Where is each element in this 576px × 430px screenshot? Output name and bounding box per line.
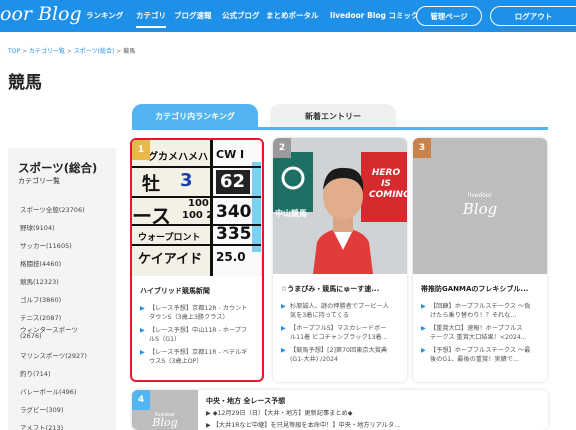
card-article-link[interactable]: ▶ 【レース予想】京都11R - ベテルギ ウスS（3歳上OP） xyxy=(140,348,262,366)
nav-blog-comic[interactable]: livedoor Blog コミック xyxy=(330,10,419,21)
item-blog-title[interactable]: 中央・地方 全レース予想 xyxy=(206,396,285,406)
card-article-link[interactable]: ▶ 【レース予想】中山11R - ホープフ ルS（G1） xyxy=(140,326,262,344)
sidebar-item[interactable]: 格闘技(4460) xyxy=(20,258,61,268)
sidebar-item[interactable]: テニス(2087) xyxy=(20,312,61,322)
sidebar-item[interactable]: サッカー(11605) xyxy=(20,240,72,250)
card-article-link[interactable]: ▶ 【競馬予想】[2]第70回東京大賞典 (G1-大井) /2024 xyxy=(281,346,403,364)
arrow-icon: ▶ xyxy=(421,303,426,310)
np-text: 3 xyxy=(180,170,193,191)
arrow-icon: ▶ xyxy=(281,303,286,310)
card-article-link[interactable]: ▶ 【ホープフルS】マスカレードボー ル11着 ビコチャンブラック13着... xyxy=(281,324,403,342)
np-text: 100 xyxy=(188,198,209,209)
logout-button[interactable]: ログアウト xyxy=(490,6,576,26)
category-sidebar: スポーツ(総合) カテゴリ一覧 スポーツ全般(23706) 野球(9104) サ… xyxy=(8,148,116,430)
sidebar-item[interactable]: バレーボール(496) xyxy=(20,386,76,396)
card-article-link[interactable]: ▶ 【重賞大口】速報！ホープフルス テークス 重賞大口結果！<2024... xyxy=(421,324,543,342)
jockey-photo xyxy=(273,138,407,274)
arrow-icon: ▶ xyxy=(140,327,145,334)
breadcrumb-separator: > xyxy=(116,48,122,55)
nav-official-blog[interactable]: 公式ブログ xyxy=(222,10,260,21)
arrow-icon: ▶ xyxy=(421,325,426,332)
np-text: 25.0 xyxy=(216,250,246,264)
card-thumbnail[interactable]: livedoor Blog xyxy=(413,138,547,274)
breadcrumb-separator: > xyxy=(66,48,72,55)
sidebar-item[interactable]: スポーツ全般(23706) xyxy=(20,204,85,214)
arrow-icon: ▶ xyxy=(281,347,286,354)
np-text: ウォープロント xyxy=(138,233,201,243)
np-text: 340 xyxy=(216,202,252,222)
banner-text: HERO IS COMING. xyxy=(369,168,407,200)
card-thumbnail[interactable]: 中山競馬 HERO IS COMING. xyxy=(273,138,407,274)
breadcrumb-top[interactable]: TOP xyxy=(8,48,20,55)
breadcrumb: TOP > カテゴリ一覧 > スポーツ(総合) > 競馬 xyxy=(8,46,135,55)
breadcrumb-current: 競馬 xyxy=(123,48,136,55)
sidebar-item-count[interactable]: (2676) xyxy=(20,332,42,340)
sidebar-title: スポーツ(総合) xyxy=(18,161,98,175)
ranking-card-1[interactable]: ハグカメハメハ CW I 牡 3 62 ース 100 100 2 340 ウォー… xyxy=(130,138,264,382)
ranking-card-3[interactable]: livedoor Blog 3 帯推防GANMAのフレキシブル... ▶ 【回顧… xyxy=(413,138,547,382)
np-text: 62 xyxy=(220,171,246,192)
np-text: CW I xyxy=(216,148,245,161)
page: oor Blog ランキング カテゴリ ブログ速報 公式ブログ まとめポータル … xyxy=(0,0,576,430)
rank-badge-1: 1 xyxy=(132,140,150,160)
breadcrumb-separator: > xyxy=(21,48,27,55)
rank-badge-2: 2 xyxy=(273,138,291,158)
card-thumbnail[interactable]: ハグカメハメハ CW I 牡 3 62 ース 100 100 2 340 ウォー… xyxy=(132,140,262,276)
sidebar-item[interactable]: 競馬(12323) xyxy=(20,276,59,286)
sidebar-item[interactable]: 釣り(714) xyxy=(20,368,50,378)
nav-ranking[interactable]: ランキング xyxy=(86,10,123,21)
breadcrumb-category-list[interactable]: カテゴリ一覧 xyxy=(29,48,65,55)
sidebar-item[interactable]: ラグビー(309) xyxy=(20,404,63,414)
arrow-icon: ▶ xyxy=(281,325,286,332)
card-blog-title[interactable]: 帯推防GANMAのフレキシブル... xyxy=(421,284,543,294)
rank-badge-4: 4 xyxy=(132,390,150,410)
breadcrumb-sports[interactable]: スポーツ(総合) xyxy=(74,48,115,55)
np-text: 100 2 xyxy=(182,210,214,221)
card-article-link[interactable]: ▶ 【予想】ホープフルステークス ～最 後のG1、最後の重賞！実績で... xyxy=(421,346,543,364)
admin-page-button[interactable]: 管理ページ xyxy=(416,6,482,26)
tab-category-ranking[interactable]: カテゴリ内ランキング xyxy=(132,104,258,128)
np-text: 牡 xyxy=(142,174,160,195)
page-title: 競馬 xyxy=(8,73,42,93)
sidebar-item[interactable]: マリンスポーツ(2927) xyxy=(20,350,87,360)
sidebar-item[interactable]: ゴルフ(3860) xyxy=(20,294,61,304)
rank-badge-3: 3 xyxy=(413,138,431,158)
card-article-link[interactable]: ▶ 【レース予想】京都12R - カウント ダウンS（3歳上3勝クラス） xyxy=(140,304,262,322)
newspaper-image: ハグカメハメハ CW I 牡 3 62 ース 100 100 2 340 ウォー… xyxy=(132,140,262,276)
blog-placeholder-image: livedoor Blog xyxy=(413,138,547,274)
tab-new-entries[interactable]: 新着エントリー xyxy=(270,104,396,128)
tab-underline xyxy=(132,127,548,130)
arrow-icon: ▶ xyxy=(421,347,426,354)
arrow-icon: ▶ xyxy=(140,305,145,312)
sidebar-item[interactable]: 野球(9104) xyxy=(20,222,55,232)
nav-category[interactable]: カテゴリ xyxy=(136,10,166,28)
card-article-link[interactable]: ▶ 杉原誠人、謎の押勝者でブービー人 気を3着に持ってくる xyxy=(281,302,403,320)
ranking-item-4[interactable]: livedoor Blog 4 中央・地方 全レース予想 ▶ ◆12月29日（日… xyxy=(132,390,548,430)
card-blog-title[interactable]: ハイブリッド競馬新聞 xyxy=(140,286,262,296)
sidebar-item[interactable]: アメフト(213) xyxy=(20,422,63,430)
card-blog-title[interactable]: ☆うまぴみ・競馬にゅーす速... xyxy=(281,284,403,294)
item-article-link[interactable]: ▶ 【大井1Rなど中継】を只見等級を本命中！】中央・地方リアルタ... xyxy=(206,420,400,429)
np-text: ケイアイド xyxy=(138,252,203,267)
sidebar-subtitle: カテゴリ一覧 xyxy=(18,177,60,185)
nav-matome-portal[interactable]: まとめポータル xyxy=(266,10,319,21)
sign-text: 中山競馬 xyxy=(275,209,307,218)
ranking-card-2[interactable]: 中山競馬 HERO IS COMING. 2 ☆うまぴみ・競馬にゅーす速... … xyxy=(273,138,407,382)
arrow-icon: ▶ xyxy=(140,349,145,356)
livedoor-blog-logo[interactable]: oor Blog xyxy=(0,3,82,25)
nav-blog-news[interactable]: ブログ速報 xyxy=(174,10,212,21)
np-text: 335 xyxy=(216,224,252,244)
card-article-link[interactable]: ▶ 【回顧】ホープフルステークス ～負 けたら乗り替わり！？それな... xyxy=(421,302,543,320)
item-article-link[interactable]: ▶ ◆12月29日（日）【大井・地方】更新記事まとめ◆ xyxy=(206,408,352,417)
site-header: oor Blog ランキング カテゴリ ブログ速報 公式ブログ まとめポータル … xyxy=(0,0,576,32)
